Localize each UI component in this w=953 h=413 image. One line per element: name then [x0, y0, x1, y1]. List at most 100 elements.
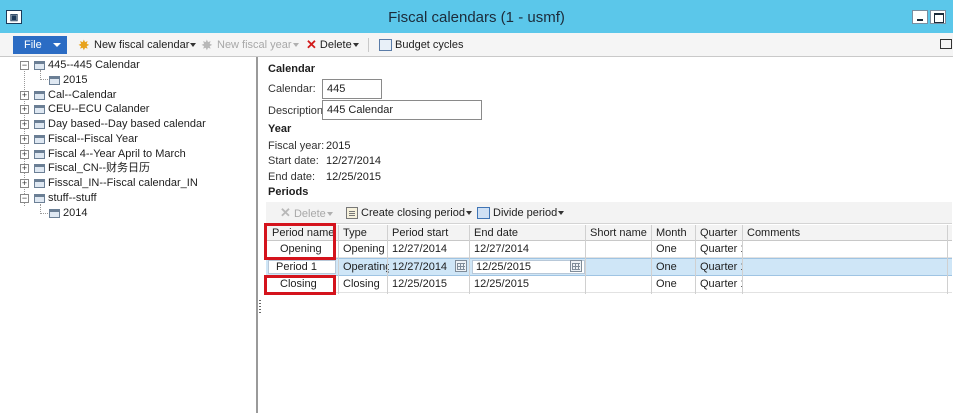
- divide-period-button[interactable]: Divide period: [477, 205, 565, 221]
- toolbar-divider: [368, 38, 369, 52]
- tree-item-2014[interactable]: 2014: [49, 206, 87, 221]
- quarter-cell[interactable]: Quarter 1: [696, 259, 743, 276]
- file-menu-button[interactable]: File: [13, 36, 67, 54]
- collapse-icon[interactable]: −: [20, 194, 29, 203]
- month-cell[interactable]: One: [652, 276, 696, 293]
- tree-item-cal[interactable]: + Cal--Calendar: [20, 88, 116, 103]
- window-title: Fiscal calendars (1 - usmf): [388, 9, 565, 26]
- column-divider[interactable]: [387, 225, 388, 294]
- tree-item-label: CEU--ECU Calander: [48, 103, 150, 115]
- calendar-icon: [34, 178, 45, 188]
- new-fiscal-calendar-button[interactable]: ✸ New fiscal calendar: [78, 37, 197, 53]
- end-date-cell[interactable]: 12/27/2014: [470, 241, 586, 258]
- expand-icon[interactable]: +: [20, 179, 29, 188]
- create-closing-period-button[interactable]: Create closing period: [346, 205, 472, 221]
- periods-delete-button[interactable]: ✕ Delete: [280, 205, 333, 221]
- start-date-value: 12/27/2014: [326, 155, 382, 167]
- tree-connector: [40, 79, 48, 80]
- chevron-down-icon: [326, 212, 333, 217]
- column-divider[interactable]: [695, 225, 696, 294]
- tree-item-fiscal-4[interactable]: + Fiscal 4--Year April to March: [20, 147, 186, 162]
- tree-item-fiscal[interactable]: + Fiscal--Fiscal Year: [20, 132, 138, 147]
- end-date-label: End date:: [268, 171, 316, 183]
- fiscal-year-value: 2015: [326, 140, 351, 152]
- period-start-cell[interactable]: 12/27/2014: [388, 241, 470, 258]
- expand-icon[interactable]: +: [20, 120, 29, 129]
- column-divider[interactable]: [469, 225, 470, 294]
- column-header-short-name[interactable]: Short name: [586, 225, 652, 241]
- short-name-cell[interactable]: [586, 241, 652, 258]
- tree-item-label: 2015: [63, 74, 88, 86]
- detail-pane: Calendar Calendar: 445 Description: 445 …: [260, 57, 953, 413]
- quarter-cell[interactable]: Quarter 1: [696, 276, 743, 293]
- tree-item-fiscal-cn[interactable]: + Fiscal_CN--财务日历: [20, 161, 150, 176]
- highlight-annotation: [264, 223, 336, 260]
- expand-icon[interactable]: +: [20, 91, 29, 100]
- table-row[interactable]: Closing Closing 12/25/2015 12/25/2015 On…: [266, 276, 952, 293]
- tree-item-fisscal-in[interactable]: + Fisscal_IN--Fiscal calendar_IN: [20, 176, 198, 191]
- end-date-value: 12/25/2015: [326, 171, 382, 183]
- tree-item-label: stuff--stuff: [48, 192, 97, 204]
- expand-icon[interactable]: +: [20, 150, 29, 159]
- short-name-cell[interactable]: [586, 259, 652, 276]
- column-divider[interactable]: [338, 225, 339, 294]
- period-start-cell[interactable]: 12/25/2015: [388, 276, 470, 293]
- maximize-button[interactable]: [930, 10, 946, 24]
- calendar-picker-icon[interactable]: [455, 260, 467, 272]
- calendar-icon: [34, 193, 45, 203]
- periods-delete-label: Delete: [293, 208, 326, 220]
- period-name-cell[interactable]: Period 1: [272, 259, 334, 276]
- column-header-comments[interactable]: Comments: [743, 225, 943, 241]
- column-header-end-date[interactable]: End date: [470, 225, 586, 241]
- comments-cell[interactable]: [743, 241, 943, 258]
- tree-item-label: Fiscal_CN--财务日历: [48, 162, 151, 174]
- calendar-picker-icon[interactable]: [570, 260, 582, 272]
- tree-item-label: Day based--Day based calendar: [48, 118, 206, 130]
- collapse-icon[interactable]: −: [20, 61, 29, 70]
- periods-toolbar: ✕ Delete Create closing period Divide pe…: [266, 202, 952, 224]
- description-field-label: Description:: [268, 105, 327, 117]
- short-name-cell[interactable]: [586, 276, 652, 293]
- column-divider[interactable]: [651, 225, 652, 294]
- type-cell[interactable]: Operating: [339, 259, 389, 276]
- column-divider[interactable]: [947, 225, 948, 294]
- calendar-field[interactable]: 445: [322, 79, 382, 99]
- period-start-cell[interactable]: 12/27/2014: [388, 259, 458, 276]
- end-date-cell[interactable]: 12/25/2015: [470, 276, 586, 293]
- budget-cycles-button[interactable]: Budget cycles: [379, 37, 463, 53]
- tree-item-2015[interactable]: 2015: [49, 73, 87, 88]
- expand-icon[interactable]: +: [20, 164, 29, 173]
- month-cell[interactable]: One: [652, 259, 696, 276]
- table-row[interactable]: Opening Opening 12/27/2014 12/27/2014 On…: [266, 241, 952, 258]
- pane-toggle-icon[interactable]: [940, 39, 952, 49]
- table-row[interactable]: Period 1 Operating 12/27/2014 12/25/2015…: [266, 258, 952, 276]
- column-header-type[interactable]: Type: [339, 225, 389, 241]
- column-header-month[interactable]: Month: [652, 225, 696, 241]
- tree-item-ceu[interactable]: + CEU--ECU Calander: [20, 102, 149, 117]
- type-cell[interactable]: Closing: [339, 276, 389, 293]
- delete-button[interactable]: ✕ Delete: [306, 37, 359, 53]
- periods-grid: Period name Type Period start End date S…: [264, 223, 952, 413]
- chevron-down-icon: [292, 43, 299, 48]
- description-field[interactable]: 445 Calendar: [322, 100, 482, 120]
- tree-item-stuff[interactable]: − stuff--stuff: [20, 191, 97, 206]
- tree-item-445[interactable]: − 445--445 Calendar: [20, 58, 140, 73]
- comments-cell[interactable]: [743, 276, 943, 293]
- closing-period-icon: [346, 207, 358, 220]
- column-header-period-start[interactable]: Period start: [388, 225, 470, 241]
- quarter-cell[interactable]: Quarter 1: [696, 241, 743, 258]
- new-fiscal-year-button[interactable]: ✸ New fiscal year: [201, 37, 299, 53]
- minimize-button[interactable]: [912, 10, 928, 24]
- periods-section-heading: Periods: [268, 186, 309, 198]
- month-cell[interactable]: One: [652, 241, 696, 258]
- end-date-cell[interactable]: 12/25/2015: [472, 259, 572, 276]
- column-header-quarter[interactable]: Quarter: [696, 225, 743, 241]
- calendar-icon: [34, 119, 45, 129]
- comments-cell[interactable]: [743, 259, 943, 276]
- tree-item-day-based[interactable]: + Day based--Day based calendar: [20, 117, 206, 132]
- expand-icon[interactable]: +: [20, 105, 29, 114]
- column-divider[interactable]: [742, 225, 743, 294]
- type-cell[interactable]: Opening: [339, 241, 389, 258]
- column-divider[interactable]: [585, 225, 586, 294]
- expand-icon[interactable]: +: [20, 135, 29, 144]
